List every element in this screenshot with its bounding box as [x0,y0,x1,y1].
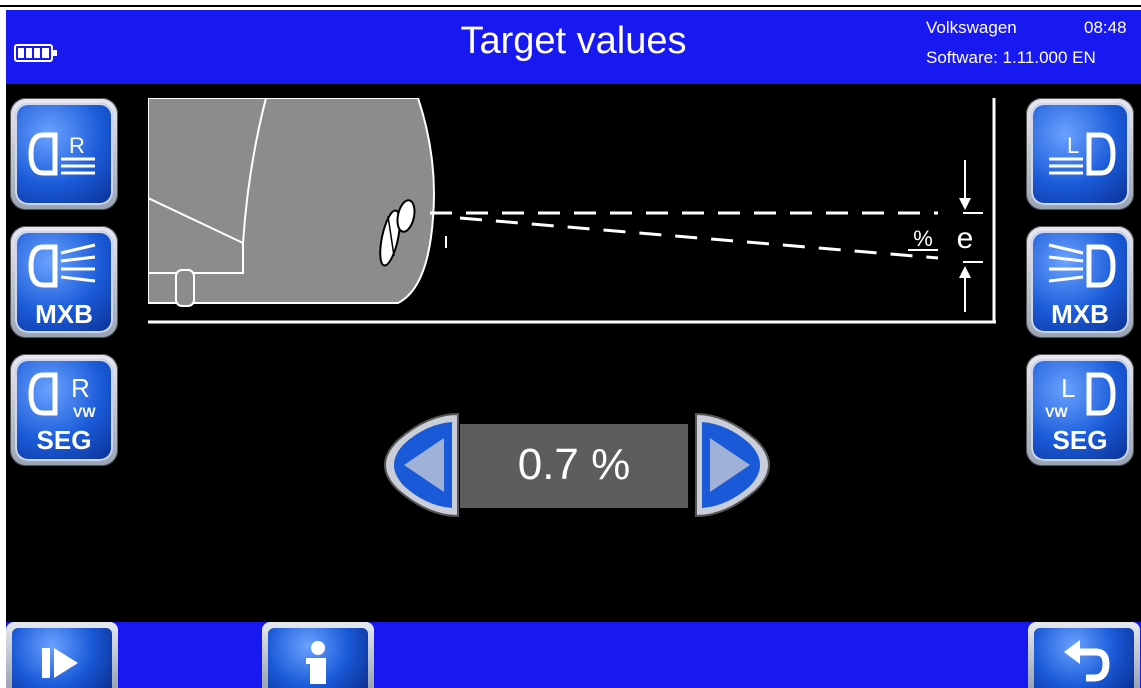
skip-forward-icon [42,648,78,678]
svg-text:MXB: MXB [35,299,93,329]
right-vw-segment-button[interactable]: R VW SEG [10,354,118,466]
left-matrix-beam-button[interactable]: MXB [1026,226,1134,338]
target-value: 0.7 % [517,440,631,489]
svg-text:L: L [1061,373,1075,403]
svg-text:L: L [1067,133,1079,158]
value-display-box: 0.7 % [460,424,688,508]
top-border [0,5,1141,7]
decrease-button[interactable] [368,410,460,520]
left-vw-segment-button[interactable]: L VW SEG [1026,354,1134,466]
e-label: e [957,222,974,255]
svg-text:VW: VW [73,404,96,420]
increase-button[interactable] [694,410,786,520]
right-matrix-beam-button[interactable]: MXB [10,226,118,338]
brand-label: Volkswagen [926,18,1017,37]
svg-text:SEG: SEG [37,425,92,455]
info-icon [306,641,326,684]
left-low-beam-button[interactable]: L [1026,98,1134,210]
return-arrow-icon [1064,640,1110,682]
clock: 08:48 [1084,18,1127,37]
software-version: Software: 1.11.000 EN [926,48,1096,67]
info-button[interactable] [262,622,374,688]
left-vw-segment-icon: L VW SEG [1045,372,1116,455]
right-low-beam-icon: R [28,132,95,176]
headlight-aim-diagram: e % [148,98,996,324]
svg-text:VW: VW [1045,404,1068,420]
left-matrix-beam-icon: MXB [1048,243,1116,329]
footer-bar [6,622,1141,688]
svg-text:MXB: MXB [1051,299,1109,329]
right-vw-segment-icon: R VW SEG [28,372,96,455]
next-button[interactable] [6,622,118,688]
header-bar: Target values Volkswagen 08:48 Software:… [6,10,1141,84]
right-low-beam-button[interactable]: R [10,98,118,210]
percent-label: % [913,226,933,251]
right-matrix-beam-icon: MXB [28,243,96,329]
back-button[interactable] [1028,622,1140,688]
left-low-beam-icon: L [1049,132,1116,176]
svg-text:R: R [69,133,85,158]
svg-text:SEG: SEG [1053,425,1108,455]
svg-text:R: R [71,373,90,403]
